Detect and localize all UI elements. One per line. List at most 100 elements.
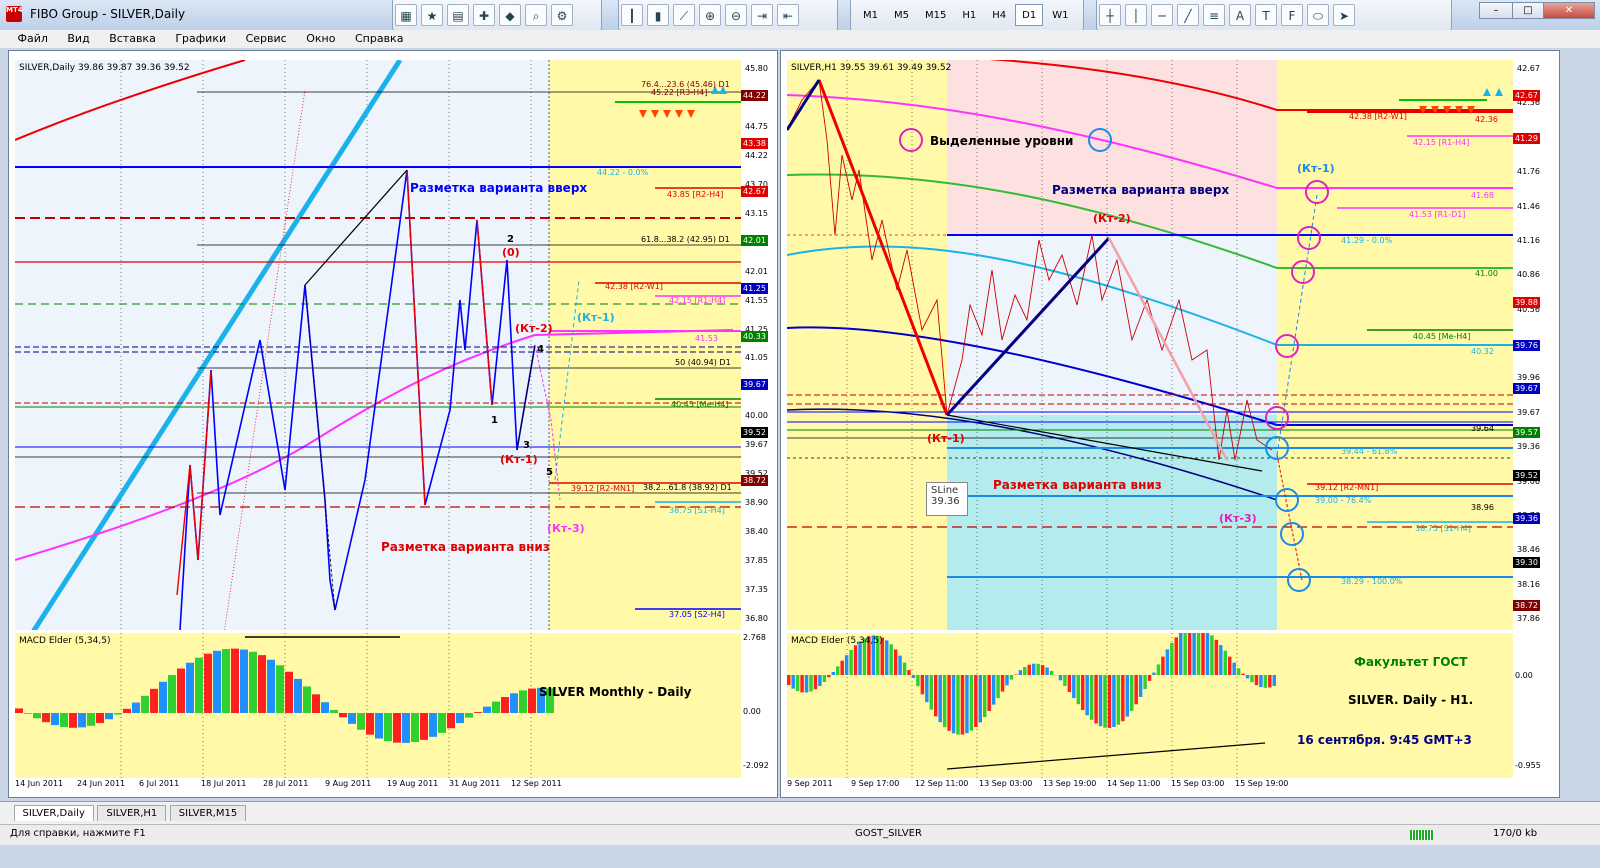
macd-bar	[1183, 633, 1187, 675]
macd-bar	[231, 648, 239, 713]
text-icon[interactable]: A	[1229, 4, 1251, 26]
minimize-button[interactable]: –	[1479, 2, 1513, 19]
macd-bar	[78, 713, 86, 728]
right-chart-window[interactable]: SILVER,H1 39.55 39.61 39.49 39.52 Выделе…	[780, 50, 1560, 798]
alert-icon[interactable]: ◆	[499, 4, 521, 26]
annotation-kt1: (Кт-1)	[927, 432, 965, 445]
macd-bar	[1272, 675, 1276, 686]
wave-number: 3	[523, 440, 530, 451]
tab-silver-daily[interactable]: SILVER,Daily	[13, 805, 94, 821]
tab-silver-h1[interactable]: SILVER,H1	[97, 805, 167, 821]
right-level-label: 42.36	[1475, 115, 1498, 124]
zoom-out-icon[interactable]: ⊖	[725, 4, 747, 26]
chart-tabs: SILVER,Daily SILVER,H1 SILVER,M15	[0, 801, 1600, 824]
menu-file[interactable]: Файл	[10, 30, 56, 47]
line-chart-icon[interactable]: ⟋	[673, 4, 695, 26]
macd-bar	[393, 713, 401, 743]
timeframe-m5[interactable]: M5	[887, 4, 916, 26]
menu-insert[interactable]: Вставка	[101, 30, 164, 47]
time-tick: 14 Sep 11:00	[1107, 779, 1161, 788]
horizontal-line-icon[interactable]: ─	[1151, 4, 1173, 26]
scroll-icon[interactable]: ⇥	[751, 4, 773, 26]
settings-icon[interactable]: ⚙	[551, 4, 573, 26]
menu-view[interactable]: Вид	[59, 30, 97, 47]
timeframe-d1[interactable]: D1	[1015, 4, 1044, 26]
macd-bar	[911, 675, 916, 679]
macd-bar	[809, 675, 813, 692]
menu-help[interactable]: Справка	[347, 30, 411, 47]
timeframe-h1[interactable]: H1	[955, 4, 983, 26]
vertical-line-icon[interactable]: │	[1125, 4, 1147, 26]
trendline-icon[interactable]: ╱	[1177, 4, 1199, 26]
price-tick: 41.16	[1517, 235, 1540, 245]
left-macd-panel[interactable]: MACD Elder (5,34,5) SILVER Monthly - Dai…	[15, 633, 741, 778]
price-badge: 38.72	[1513, 600, 1540, 612]
fibo-icon[interactable]: F	[1281, 4, 1303, 26]
macd-bar	[384, 713, 392, 742]
macd-bar	[1125, 675, 1129, 717]
timeframe-w1[interactable]: W1	[1045, 4, 1075, 26]
time-tick: 31 Aug 2011	[449, 779, 501, 788]
right-macd-panel[interactable]: MACD Elder (5,34,5) Факультет ГОСТ SILVE…	[787, 633, 1513, 778]
search-icon[interactable]: ⌕	[525, 4, 547, 26]
timeframe-m1[interactable]: M1	[856, 4, 885, 26]
arrow-icon[interactable]: ➤	[1333, 4, 1355, 26]
price-tick: 44.75	[745, 121, 768, 131]
macd-bar	[983, 675, 987, 717]
macd-bar	[69, 713, 77, 728]
macd-bar	[195, 657, 203, 713]
profiles-icon[interactable]: ★	[421, 4, 443, 26]
label-icon[interactable]: T	[1255, 4, 1277, 26]
new-chart-icon[interactable]: ▦	[395, 4, 417, 26]
timeframe-m15[interactable]: M15	[918, 4, 953, 26]
macd-bar	[240, 649, 248, 713]
maximize-button[interactable]: □	[1512, 2, 1544, 19]
macd-bar	[1205, 633, 1210, 675]
macd-bar	[942, 675, 947, 728]
right-level-label: 41.53 [R1-D1]	[1409, 210, 1466, 219]
channel-icon[interactable]: ≡	[1203, 4, 1225, 26]
candles-icon[interactable]: ▮	[647, 4, 669, 26]
macd-bar	[366, 713, 374, 735]
drawing-toolbar: ┼ │ ─ ╱ ≡ A T F ⬭ ➤	[1096, 0, 1452, 32]
macd-bar	[1170, 642, 1174, 675]
left-macd-header: MACD Elder (5,34,5)	[19, 636, 111, 646]
menu-charts[interactable]: Графики	[167, 30, 234, 47]
menu-tools[interactable]: Сервис	[238, 30, 295, 47]
left-chart-window[interactable]: 76.4...23.6 (45.46) D1 45.22 [R3-H4] 44.…	[8, 50, 778, 798]
left-level-label: 44.22 - 0.0%	[597, 168, 649, 177]
macd-bar	[1161, 656, 1165, 675]
timeframe-h4[interactable]: H4	[985, 4, 1013, 26]
macd-bar	[267, 659, 275, 713]
wave-number: 5	[546, 467, 553, 478]
tab-silver-m15[interactable]: SILVER,M15	[169, 805, 247, 821]
annotation-kt2: (Кт-2)	[515, 322, 553, 335]
time-tick: 14 Jun 2011	[15, 779, 64, 788]
macd-bar	[276, 665, 284, 713]
left-macd-axis: 2.768 0.00 -2.092	[741, 633, 777, 778]
shape-icon[interactable]: ⬭	[1307, 4, 1329, 26]
macd-bar	[1147, 675, 1152, 681]
menu-window[interactable]: Окно	[298, 30, 343, 47]
right-price-plot[interactable]: SILVER,H1 39.55 39.61 39.49 39.52 Выделе…	[787, 60, 1513, 630]
close-button[interactable]: ✕	[1543, 2, 1595, 19]
date-label: 16 сентября. 9:45 GMT+3	[1297, 733, 1472, 747]
window-icon[interactable]: ▤	[447, 4, 469, 26]
left-price-plot[interactable]: 76.4...23.6 (45.46) D1 45.22 [R3-H4] 44.…	[15, 60, 741, 630]
left-time-axis: 14 Jun 2011 24 Jun 2011 6 Jul 2011 18 Jul 2…	[15, 779, 741, 795]
bar-chart-icon[interactable]: ┃	[621, 4, 643, 26]
crosshair-icon[interactable]: ┼	[1099, 4, 1121, 26]
macd-bar	[33, 713, 41, 719]
macd-tick: 2.768	[743, 633, 766, 642]
right-level-label: 39.12 [R2-MN1]	[1315, 483, 1379, 492]
shift-icon[interactable]: ⇤	[777, 4, 799, 26]
macd-bar	[1201, 633, 1205, 675]
macd-bar	[1112, 675, 1116, 728]
macd-bar	[907, 670, 911, 675]
new-order-icon[interactable]: ✚	[473, 4, 495, 26]
macd-bar	[1187, 633, 1192, 675]
macd-bar	[902, 662, 907, 675]
zoom-in-icon[interactable]: ⊕	[699, 4, 721, 26]
price-badge: 39.67	[1513, 383, 1540, 395]
macd-bar	[898, 655, 902, 675]
